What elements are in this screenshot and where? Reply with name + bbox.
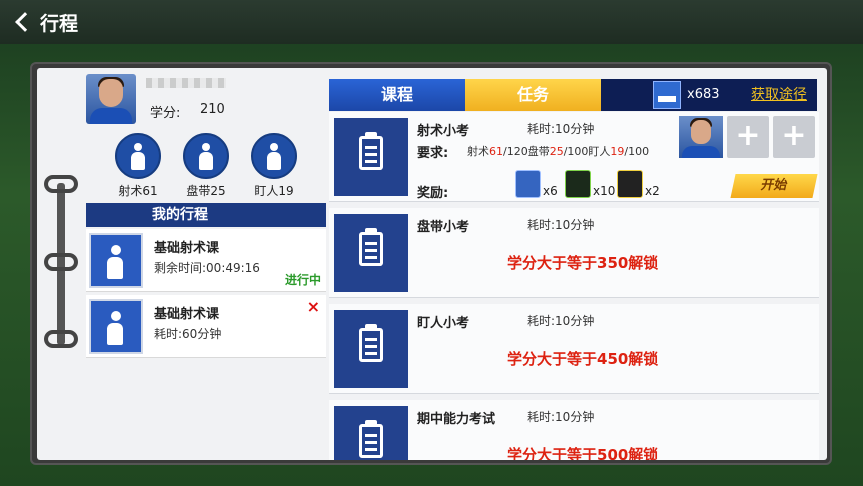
course-remaining-time: 剩余时间:00:49:16 bbox=[154, 261, 260, 275]
task-time: 耗时:10分钟 bbox=[527, 218, 595, 232]
tab-course[interactable]: 课程 bbox=[329, 79, 465, 111]
unlock-requirement: 学分大于等于450解锁 bbox=[507, 350, 659, 368]
dribbling-icon bbox=[183, 133, 229, 179]
lightning-icon bbox=[617, 170, 643, 198]
currency-bar: x683 获取途径 bbox=[601, 79, 817, 111]
task-time: 耗时:10分钟 bbox=[527, 410, 595, 424]
task-time: 耗时:10分钟 bbox=[527, 122, 595, 136]
clipboard-icon bbox=[334, 118, 408, 196]
reward-ticket: x6 bbox=[515, 170, 565, 200]
skill-shooting: 射术61 bbox=[102, 133, 174, 199]
course-duration: 耗时:60分钟 bbox=[154, 327, 222, 341]
shooting-icon bbox=[115, 133, 161, 179]
exam-ticket-icon bbox=[653, 81, 681, 109]
close-icon[interactable]: × bbox=[307, 297, 320, 316]
unlock-requirement: 学分大于等于500解锁 bbox=[507, 446, 659, 460]
shooting-course-icon bbox=[89, 233, 143, 288]
course-title: 基础射术课 bbox=[154, 307, 220, 322]
player-name-blurred bbox=[146, 78, 226, 88]
course-title: 基础射术课 bbox=[154, 241, 220, 256]
start-button[interactable]: 开始 bbox=[730, 174, 818, 198]
currency-count: x683 bbox=[687, 87, 720, 102]
assigned-player-avatar[interactable] bbox=[679, 116, 723, 158]
reward-qty: x10 bbox=[593, 184, 616, 198]
reward-training: x10 bbox=[565, 170, 615, 200]
status-badge: 进行中 bbox=[284, 273, 321, 287]
reward-qty: x6 bbox=[543, 184, 558, 198]
clipboard-icon bbox=[334, 310, 408, 388]
skill-label: 盯人19 bbox=[254, 184, 294, 198]
skill-dribbling: 盘带25 bbox=[170, 133, 242, 199]
top-bar: 行程 bbox=[0, 0, 863, 44]
task-row[interactable]: 期中能力考试 耗时:10分钟 学分大于等于500解锁 bbox=[329, 400, 819, 460]
add-player-button[interactable]: + bbox=[727, 116, 769, 158]
player-avatar[interactable] bbox=[86, 74, 136, 124]
shooting-course-icon bbox=[89, 299, 143, 354]
unlock-requirement: 学分大于等于350解锁 bbox=[507, 254, 659, 272]
reward-energy: x2 bbox=[617, 170, 667, 200]
task-name: 盘带小考 bbox=[417, 220, 470, 235]
my-schedule-header: 我的行程 bbox=[86, 203, 326, 227]
get-source-link[interactable]: 获取途径 bbox=[751, 79, 807, 111]
clipboard-icon bbox=[334, 214, 408, 292]
task-name: 期中能力考试 bbox=[417, 412, 496, 427]
task-list[interactable]: 射术小考 耗时:10分钟 要求: 射术61/120盘带25/100盯人19/10… bbox=[329, 112, 819, 460]
requirement-text: 射术61/120盘带25/100盯人19/100 bbox=[467, 145, 650, 158]
back-arrow-icon[interactable] bbox=[12, 12, 32, 32]
task-name: 射术小考 bbox=[417, 124, 470, 139]
schedule-item[interactable]: 基础射术课 耗时:60分钟 × bbox=[86, 295, 326, 358]
task-time: 耗时:10分钟 bbox=[527, 314, 595, 328]
binder-rings bbox=[44, 175, 78, 350]
skill-label: 射术61 bbox=[118, 184, 158, 198]
task-row[interactable]: 盯人小考 耗时:10分钟 学分大于等于450解锁 bbox=[329, 304, 819, 394]
requirement-label: 要求: bbox=[417, 146, 449, 161]
task-name: 盯人小考 bbox=[417, 316, 470, 331]
score-label: 学分: bbox=[150, 106, 181, 121]
reward-label: 奖励: bbox=[417, 186, 449, 201]
clipboard-icon bbox=[334, 406, 408, 460]
skill-marking: 盯人19 bbox=[238, 133, 310, 199]
ticket-reward-icon bbox=[515, 170, 541, 198]
task-row[interactable]: 盘带小考 耗时:10分钟 学分大于等于350解锁 bbox=[329, 208, 819, 298]
skill-label: 盘带25 bbox=[186, 184, 226, 198]
score-value: 210 bbox=[200, 102, 225, 117]
training-reward-icon bbox=[565, 170, 591, 198]
tab-bar: 课程 任务 x683 获取途径 bbox=[329, 79, 817, 111]
schedule-item[interactable]: 基础射术课 剩余时间:00:49:16 进行中 bbox=[86, 229, 326, 292]
reward-qty: x2 bbox=[645, 184, 660, 198]
tab-task[interactable]: 任务 bbox=[465, 79, 601, 111]
add-player-button[interactable]: + bbox=[773, 116, 815, 158]
task-row[interactable]: 射术小考 耗时:10分钟 要求: 射术61/120盘带25/100盯人19/10… bbox=[329, 112, 819, 202]
page-title: 行程 bbox=[40, 12, 79, 35]
marking-icon bbox=[251, 133, 297, 179]
